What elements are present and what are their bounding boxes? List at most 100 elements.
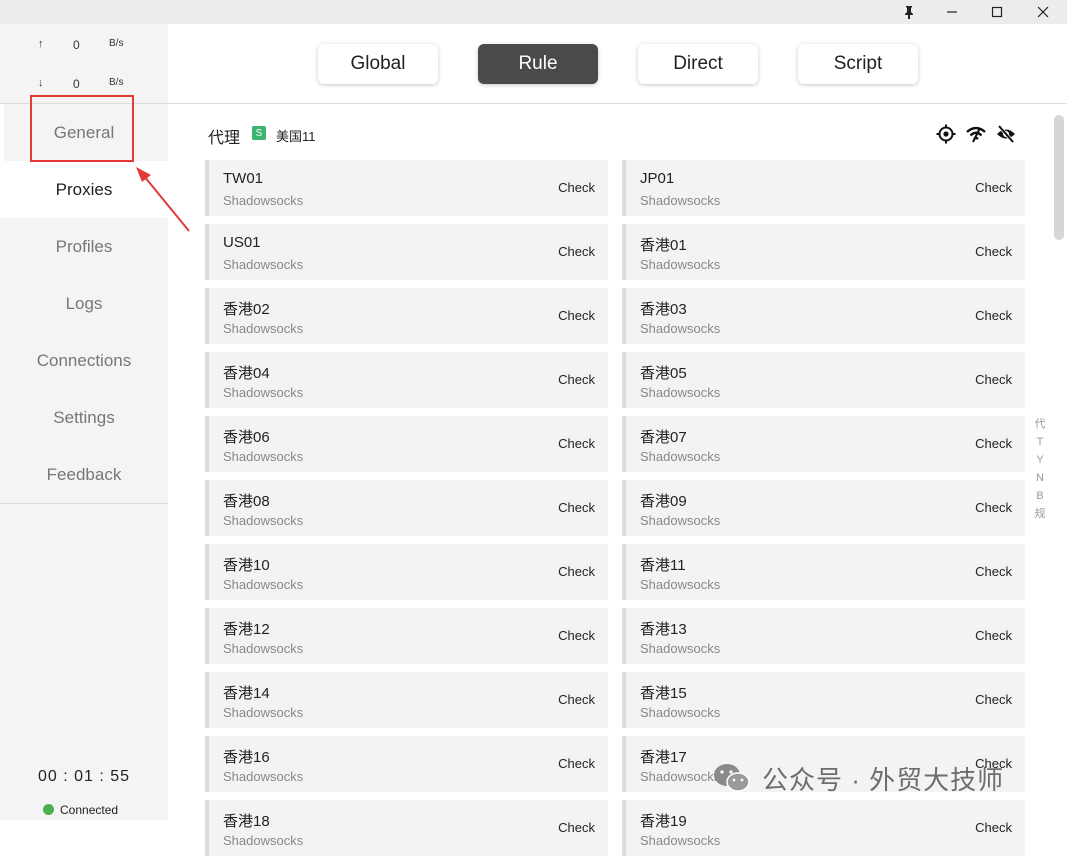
- proxy-name: 香港09: [640, 493, 687, 510]
- sidebar-item-feedback[interactable]: Feedback: [0, 446, 168, 503]
- proxy-type: Shadowsocks: [640, 705, 721, 720]
- check-button[interactable]: Check: [975, 372, 1012, 387]
- proxy-name: 香港14: [223, 685, 270, 702]
- proxy-type: Shadowsocks: [640, 385, 721, 400]
- proxy-card[interactable]: 香港04 Shadowsocks Check: [205, 352, 608, 408]
- mode-direct-button[interactable]: Direct: [638, 44, 758, 84]
- proxy-card[interactable]: 香港01 Shadowsocks Check: [622, 224, 1025, 280]
- scrollbar-thumb[interactable]: [1054, 115, 1064, 240]
- proxy-name: 香港05: [640, 365, 687, 382]
- mode-global-button[interactable]: Global: [318, 44, 438, 84]
- check-button[interactable]: Check: [558, 372, 595, 387]
- check-button[interactable]: Check: [558, 564, 595, 579]
- proxy-type: Shadowsocks: [640, 193, 721, 208]
- upload-arrow-icon: ↑: [38, 38, 44, 50]
- proxy-card[interactable]: 香港02 Shadowsocks Check: [205, 288, 608, 344]
- proxy-card[interactable]: 香港11 Shadowsocks Check: [622, 544, 1025, 600]
- sidebar-item-logs[interactable]: Logs: [0, 275, 168, 332]
- proxy-card[interactable]: 香港14 Shadowsocks Check: [205, 672, 608, 728]
- proxy-name: 香港15: [640, 685, 687, 702]
- sidebar-item-settings[interactable]: Settings: [0, 389, 168, 446]
- proxy-card[interactable]: 香港06 Shadowsocks Check: [205, 416, 608, 472]
- check-button[interactable]: Check: [975, 564, 1012, 579]
- proxy-name: TW01: [223, 170, 264, 187]
- check-button[interactable]: Check: [558, 436, 595, 451]
- proxy-card[interactable]: 香港15 Shadowsocks Check: [622, 672, 1025, 728]
- minimize-icon[interactable]: [932, 0, 972, 24]
- proxy-card[interactable]: JP01 Shadowsocks Check: [622, 160, 1025, 216]
- proxy-name: 香港17: [640, 749, 687, 766]
- speed-test-icon[interactable]: [966, 124, 986, 144]
- proxy-name: 香港08: [223, 493, 270, 510]
- download-value: 0: [73, 77, 80, 91]
- check-button[interactable]: Check: [558, 756, 595, 771]
- check-button[interactable]: Check: [558, 244, 595, 259]
- check-button[interactable]: Check: [975, 500, 1012, 515]
- sidebar-item-profiles[interactable]: Profiles: [0, 218, 168, 275]
- mode-script-button[interactable]: Script: [798, 44, 918, 84]
- proxy-name: 香港13: [640, 621, 687, 638]
- proxy-card[interactable]: TW01 Shadowsocks Check: [205, 160, 608, 216]
- proxy-card[interactable]: 香港05 Shadowsocks Check: [622, 352, 1025, 408]
- proxy-type: Shadowsocks: [223, 513, 304, 528]
- close-icon[interactable]: [1023, 0, 1063, 24]
- proxy-card[interactable]: 香港10 Shadowsocks Check: [205, 544, 608, 600]
- proxy-card[interactable]: US01 Shadowsocks Check: [205, 224, 608, 280]
- check-button[interactable]: Check: [558, 500, 595, 515]
- proxy-card[interactable]: 香港03 Shadowsocks Check: [622, 288, 1025, 344]
- check-button[interactable]: Check: [558, 820, 595, 835]
- download-unit: B/s: [109, 77, 124, 88]
- proxy-card[interactable]: 香港07 Shadowsocks Check: [622, 416, 1025, 472]
- check-button[interactable]: Check: [975, 628, 1012, 643]
- proxy-card[interactable]: 香港19 Shadowsocks Check: [622, 800, 1025, 856]
- proxy-card[interactable]: 香港09 Shadowsocks Check: [622, 480, 1025, 536]
- upload-speed: ↑ 0 B/s: [0, 38, 168, 58]
- wechat-icon: [712, 762, 752, 794]
- proxy-type: Shadowsocks: [640, 769, 721, 784]
- proxy-name: 香港19: [640, 813, 687, 830]
- check-button[interactable]: Check: [975, 180, 1012, 195]
- proxy-group-title[interactable]: 代理: [208, 124, 240, 148]
- proxy-type: Shadowsocks: [223, 577, 304, 592]
- index-item[interactable]: B: [1033, 487, 1047, 505]
- check-button[interactable]: Check: [975, 308, 1012, 323]
- proxy-card[interactable]: 香港12 Shadowsocks Check: [205, 608, 608, 664]
- index-item[interactable]: Y: [1033, 451, 1047, 469]
- locate-icon[interactable]: [936, 124, 956, 144]
- index-item[interactable]: T: [1033, 433, 1047, 451]
- sidebar-item-connections[interactable]: Connections: [0, 332, 168, 389]
- proxy-name: JP01: [640, 170, 675, 187]
- check-button[interactable]: Check: [558, 628, 595, 643]
- pin-icon[interactable]: [889, 0, 929, 24]
- watermark-text: 公众号 · 外贸大技师: [762, 764, 1005, 795]
- proxy-type: Shadowsocks: [223, 449, 304, 464]
- check-button[interactable]: Check: [975, 692, 1012, 707]
- mode-rule-button[interactable]: Rule: [478, 44, 598, 84]
- proxy-type: Shadowsocks: [640, 641, 721, 656]
- index-item[interactable]: N: [1033, 469, 1047, 487]
- proxy-type: Shadowsocks: [640, 321, 721, 336]
- check-button[interactable]: Check: [558, 692, 595, 707]
- proxy-card[interactable]: 香港16 Shadowsocks Check: [205, 736, 608, 792]
- check-button[interactable]: Check: [975, 244, 1012, 259]
- proxy-card[interactable]: 香港13 Shadowsocks Check: [622, 608, 1025, 664]
- index-item[interactable]: 代: [1033, 415, 1047, 433]
- sidebar-item-proxies[interactable]: Proxies: [0, 161, 168, 218]
- proxy-card[interactable]: 香港08 Shadowsocks Check: [205, 480, 608, 536]
- proxy-type: Shadowsocks: [223, 769, 304, 784]
- index-item[interactable]: 规: [1033, 505, 1047, 523]
- proxy-type: Shadowsocks: [640, 513, 721, 528]
- check-button[interactable]: Check: [975, 436, 1012, 451]
- proxy-name: 香港03: [640, 301, 687, 318]
- check-button[interactable]: Check: [558, 308, 595, 323]
- check-button[interactable]: Check: [975, 820, 1012, 835]
- maximize-icon[interactable]: [977, 0, 1017, 24]
- proxy-type: Shadowsocks: [640, 449, 721, 464]
- proxy-card[interactable]: 香港18 Shadowsocks Check: [205, 800, 608, 856]
- group-type-badge: S: [252, 126, 266, 140]
- check-button[interactable]: Check: [558, 180, 595, 195]
- proxy-type: Shadowsocks: [640, 257, 721, 272]
- download-speed: ↓ 0 B/s: [0, 77, 168, 97]
- proxy-type: Shadowsocks: [223, 833, 304, 848]
- hide-icon[interactable]: [996, 124, 1016, 144]
